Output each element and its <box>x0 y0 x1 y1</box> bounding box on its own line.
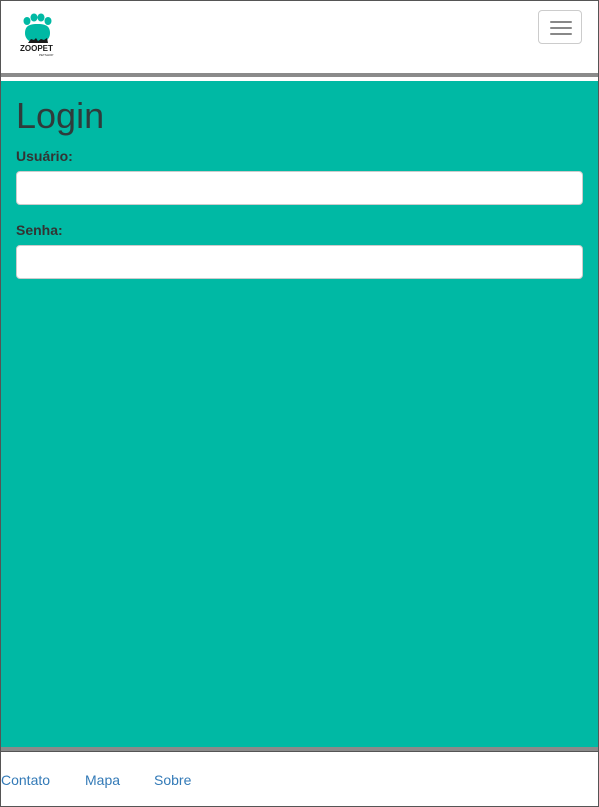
footer: Contato Mapa Sobre <box>1 751 598 806</box>
page: ZOOPET PETSHOP Login Usuário: Senha: Con… <box>0 0 599 807</box>
footer-link-contato[interactable]: Contato <box>1 772 50 788</box>
svg-text:ZOOPET: ZOOPET <box>20 44 53 53</box>
footer-link-mapa[interactable]: Mapa <box>85 772 120 788</box>
footer-link-sobre[interactable]: Sobre <box>154 772 191 788</box>
page-title: Login <box>16 95 105 136</box>
hamburger-menu-icon <box>550 33 572 35</box>
svg-text:PETSHOP: PETSHOP <box>39 53 53 57</box>
login-panel: Login Usuário: Senha: <box>1 81 598 747</box>
password-field[interactable] <box>16 245 583 279</box>
menu-toggle-button[interactable] <box>538 10 582 44</box>
username-label: Usuário: <box>16 148 73 164</box>
hamburger-menu-icon <box>550 27 572 29</box>
zoopet-logo[interactable]: ZOOPET PETSHOP <box>17 13 61 59</box>
top-navbar: ZOOPET PETSHOP <box>1 1 598 77</box>
paw-logo-icon: ZOOPET PETSHOP <box>20 13 53 57</box>
hamburger-menu-icon <box>550 21 572 23</box>
password-label: Senha: <box>16 222 63 238</box>
username-field[interactable] <box>16 171 583 205</box>
